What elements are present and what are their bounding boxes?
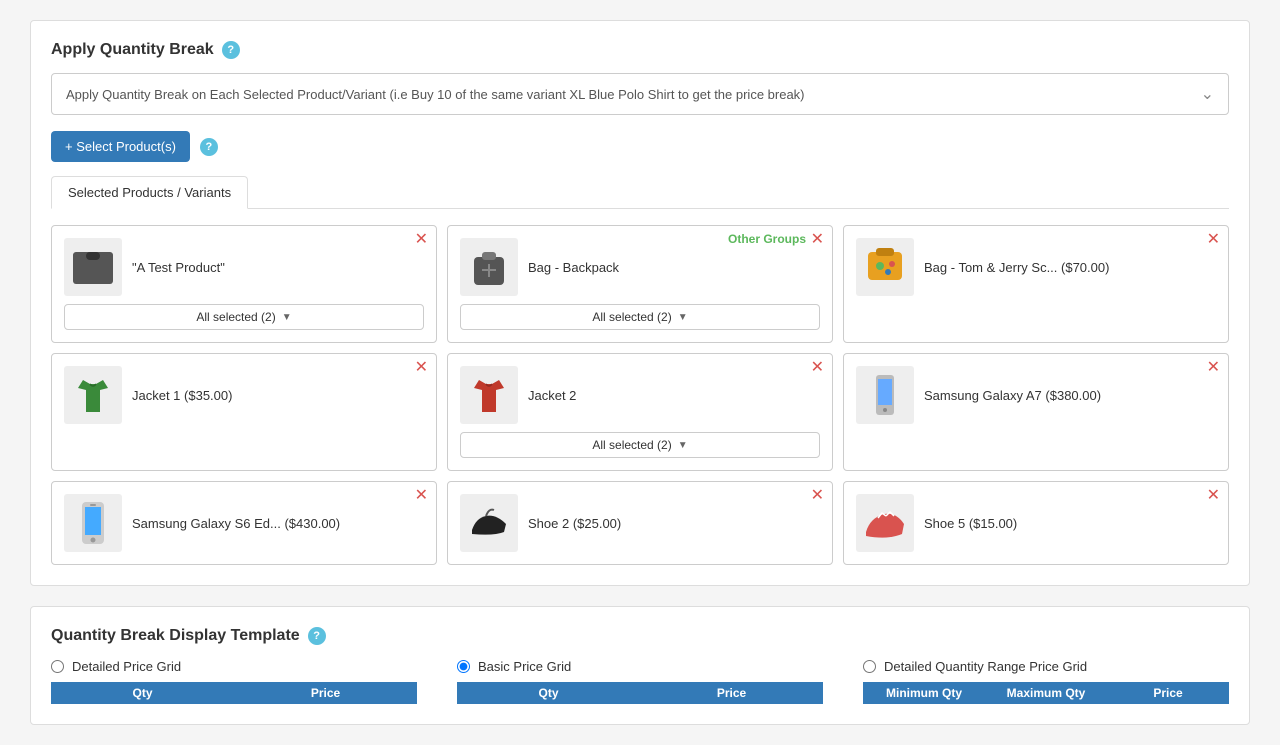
price-grid-header: Minimum Qty Maximum Qty Price bbox=[863, 682, 1229, 704]
close-icon[interactable]: ✕ bbox=[811, 360, 824, 376]
template-section-title: Quantity Break Display Template bbox=[51, 627, 300, 645]
product-image bbox=[64, 366, 122, 424]
price-grid-detailed: Qty Price bbox=[51, 682, 417, 704]
select-products-button[interactable]: + Select Product(s) bbox=[51, 131, 190, 162]
col-qty: Qty bbox=[457, 686, 640, 700]
template-options: Detailed Price Grid Qty Price Basic Pric… bbox=[51, 659, 1229, 704]
radio-detailed-text: Detailed Price Grid bbox=[72, 659, 181, 674]
col-min-qty: Minimum Qty bbox=[863, 686, 985, 700]
product-image bbox=[64, 238, 122, 296]
radio-detailed[interactable] bbox=[51, 660, 64, 673]
product-card: ✕ Shoe 5 ($15.00) bbox=[843, 481, 1229, 565]
product-name: Jacket 2 bbox=[528, 388, 576, 403]
price-grid-header: Qty Price bbox=[457, 682, 823, 704]
radio-detailed-label[interactable]: Detailed Price Grid bbox=[51, 659, 181, 674]
template-help-icon[interactable]: ? bbox=[308, 627, 326, 645]
product-name: Shoe 2 ($25.00) bbox=[528, 516, 621, 531]
col-price: Price bbox=[1107, 686, 1229, 700]
price-grid-header: Qty Price bbox=[51, 682, 417, 704]
product-image bbox=[460, 494, 518, 552]
col-max-qty: Maximum Qty bbox=[985, 686, 1107, 700]
radio-basic-label[interactable]: Basic Price Grid bbox=[457, 659, 571, 674]
close-icon[interactable]: ✕ bbox=[415, 232, 428, 248]
variant-label: All selected (2) bbox=[592, 438, 671, 452]
products-grid: ✕ "A Test Product" All selected (2) bbox=[51, 225, 1229, 565]
qty-break-dropdown-value: Apply Quantity Break on Each Selected Pr… bbox=[66, 87, 805, 102]
product-name: Samsung Galaxy S6 Ed... ($430.00) bbox=[132, 516, 340, 531]
other-groups-link[interactable]: Other Groups bbox=[728, 232, 806, 246]
close-icon[interactable]: ✕ bbox=[1207, 360, 1220, 376]
product-name: "A Test Product" bbox=[132, 260, 225, 275]
product-card: ✕ Samsung Galaxy S6 Ed... ($430.00) bbox=[51, 481, 437, 565]
product-image bbox=[856, 366, 914, 424]
variant-dropdown[interactable]: All selected (2) ▼ bbox=[64, 304, 424, 330]
chevron-down-icon: ▼ bbox=[282, 312, 292, 323]
radio-detailed-qty-text: Detailed Quantity Range Price Grid bbox=[884, 659, 1087, 674]
chevron-down-icon: ▼ bbox=[678, 312, 688, 323]
radio-detailed-qty[interactable] bbox=[863, 660, 876, 673]
close-icon[interactable]: ✕ bbox=[415, 360, 428, 376]
product-card: ✕ Bag - Tom & Jerry Sc... ($70.00) bbox=[843, 225, 1229, 343]
product-name: Jacket 1 ($35.00) bbox=[132, 388, 232, 403]
radio-basic-text: Basic Price Grid bbox=[478, 659, 571, 674]
template-option-detailed: Detailed Price Grid Qty Price bbox=[51, 659, 417, 704]
product-image bbox=[460, 238, 518, 296]
close-icon[interactable]: ✕ bbox=[1207, 232, 1220, 248]
product-name: Bag - Backpack bbox=[528, 260, 619, 275]
variant-label: All selected (2) bbox=[196, 310, 275, 324]
template-option-basic: Basic Price Grid Qty Price bbox=[457, 659, 823, 704]
col-price: Price bbox=[640, 686, 823, 700]
radio-detailed-qty-label[interactable]: Detailed Quantity Range Price Grid bbox=[863, 659, 1087, 674]
radio-basic[interactable] bbox=[457, 660, 470, 673]
qty-break-dropdown[interactable]: Apply Quantity Break on Each Selected Pr… bbox=[51, 73, 1229, 115]
product-name: Shoe 5 ($15.00) bbox=[924, 516, 1017, 531]
product-card: ✕ Jacket 2 All selected (2) ▼ bbox=[447, 353, 833, 471]
product-card: Other Groups ✕ Bag - Backpack bbox=[447, 225, 833, 343]
chevron-down-icon: ⌄ bbox=[1201, 84, 1214, 104]
template-option-detailed-qty: Detailed Quantity Range Price Grid Minim… bbox=[863, 659, 1229, 704]
variant-dropdown[interactable]: All selected (2) ▼ bbox=[460, 304, 820, 330]
product-name: Bag - Tom & Jerry Sc... ($70.00) bbox=[924, 260, 1109, 275]
product-image bbox=[856, 494, 914, 552]
product-card: ✕ Samsung Galaxy A7 ($380.00) bbox=[843, 353, 1229, 471]
variant-dropdown[interactable]: All selected (2) ▼ bbox=[460, 432, 820, 458]
product-image bbox=[856, 238, 914, 296]
tabs-header: Selected Products / Variants bbox=[51, 176, 1229, 209]
apply-qty-break-help-icon[interactable]: ? bbox=[222, 41, 240, 59]
apply-qty-break-title: Apply Quantity Break bbox=[51, 41, 214, 59]
close-icon[interactable]: ✕ bbox=[811, 488, 824, 504]
product-image bbox=[460, 366, 518, 424]
chevron-down-icon: ▼ bbox=[678, 440, 688, 451]
select-products-help-icon[interactable]: ? bbox=[200, 138, 218, 156]
price-grid-detailed-qty: Minimum Qty Maximum Qty Price bbox=[863, 682, 1229, 704]
close-icon[interactable]: ✕ bbox=[1207, 488, 1220, 504]
col-qty: Qty bbox=[51, 686, 234, 700]
close-icon[interactable]: ✕ bbox=[415, 488, 428, 504]
close-icon[interactable]: ✕ bbox=[811, 232, 824, 248]
col-price: Price bbox=[234, 686, 417, 700]
tab-selected-products[interactable]: Selected Products / Variants bbox=[51, 176, 248, 209]
product-card: ✕ Shoe 2 ($25.00) bbox=[447, 481, 833, 565]
product-name: Samsung Galaxy A7 ($380.00) bbox=[924, 388, 1101, 403]
product-image bbox=[64, 494, 122, 552]
product-card: ✕ Jacket 1 ($35.00) bbox=[51, 353, 437, 471]
product-card: ✕ "A Test Product" All selected (2) bbox=[51, 225, 437, 343]
variant-label: All selected (2) bbox=[592, 310, 671, 324]
price-grid-basic: Qty Price bbox=[457, 682, 823, 704]
